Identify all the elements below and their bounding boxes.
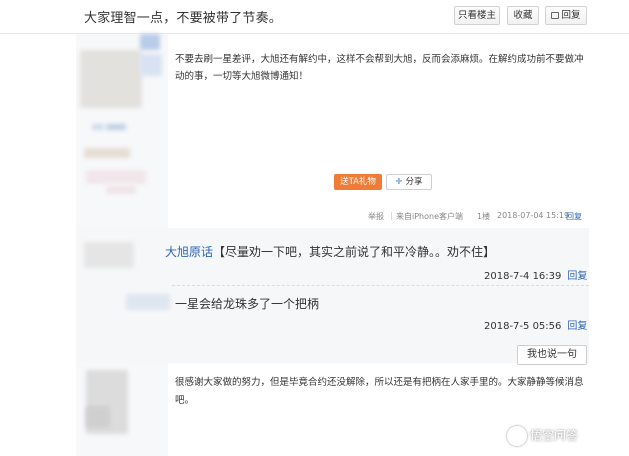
add-comment-button[interactable]: 我也说一句 — [517, 345, 587, 365]
comment-reply-link[interactable]: 回复 — [567, 271, 587, 282]
user-level-badge — [106, 124, 126, 130]
avatar-accent — [140, 34, 160, 50]
comment-text: 一星会给龙珠多了一个把柄 — [175, 295, 319, 312]
comment-list: 大旭原话【尽量劝一下吧，其实之前说了和平冷静。。劝不住】 2018-7-4 16… — [76, 228, 589, 363]
post-content: 很感谢大家做的努力，但是毕竟合约还没解除，所以还是有把柄在人家手里的。大家静静等… — [175, 377, 584, 406]
post-client: 来自iPhone客户端 — [396, 212, 464, 221]
watermark-text: 悟空问答 — [530, 428, 579, 443]
comment-author[interactable]: 大旭原话 — [165, 245, 213, 259]
favorite-button[interactable]: 收藏 — [507, 6, 539, 25]
watermark: 悟空问答 — [507, 426, 578, 448]
reply-button-label: 回复 — [561, 10, 581, 21]
post-floor: 1楼 — [477, 212, 491, 221]
meta-separator: | — [390, 211, 393, 220]
user-level-bar — [92, 124, 104, 130]
comment-meta: 2018-7-4 16:39 回复 — [484, 267, 587, 282]
user-tag — [86, 170, 146, 184]
only-op-button[interactable]: 只看楼主 — [454, 6, 500, 25]
comment-time: 2018-7-5 05:56 — [484, 321, 562, 332]
user-tag-2 — [106, 186, 136, 194]
comment-text: 大旭原话【尽量劝一下吧，其实之前说了和平冷静。。劝不住】 — [165, 243, 495, 260]
send-gift-button[interactable]: 送TA礼物 — [334, 174, 382, 190]
comment-meta: 2018-7-5 05:56 回复 — [484, 317, 587, 332]
post-reply-link[interactable]: 回复 — [566, 211, 582, 222]
comment-reply-link[interactable]: 回复 — [567, 321, 587, 332]
share-label: 分享 — [405, 177, 423, 187]
comment-body: 一星会给龙珠多了一个把柄 — [175, 297, 320, 311]
thread-header: 大家理智一点，不要被带了节奏。 只看楼主 收藏 回复 — [0, 0, 629, 34]
share-icon: ✛ — [395, 177, 403, 187]
post-time: 2018-07-04 15:19 — [497, 211, 570, 220]
user-rank — [84, 148, 130, 158]
avatar-detail — [86, 406, 110, 428]
share-button[interactable]: ✛ 分享 — [386, 174, 432, 190]
reply-icon — [551, 12, 560, 19]
comment-divider — [172, 285, 589, 286]
comment-avatar[interactable] — [126, 294, 170, 310]
comment-body: 【尽量劝一下吧，其实之前说了和平冷静。。劝不住】 — [213, 245, 496, 259]
report-link[interactable]: 举报 — [368, 211, 384, 222]
avatar[interactable] — [80, 50, 142, 108]
comment-time: 2018-7-4 16:39 — [484, 271, 562, 282]
user-badge — [140, 54, 162, 76]
wukong-logo-icon — [507, 426, 527, 446]
comment-avatar[interactable] — [84, 242, 134, 268]
reply-button[interactable]: 回复 — [545, 6, 587, 25]
post-content: 不要去刷一星差评，大旭还有解约中，这样不会帮到大旭，反而会添麻烦。在解约成功前不… — [175, 54, 584, 82]
thread-title: 大家理智一点，不要被带了节奏。 — [84, 11, 283, 26]
